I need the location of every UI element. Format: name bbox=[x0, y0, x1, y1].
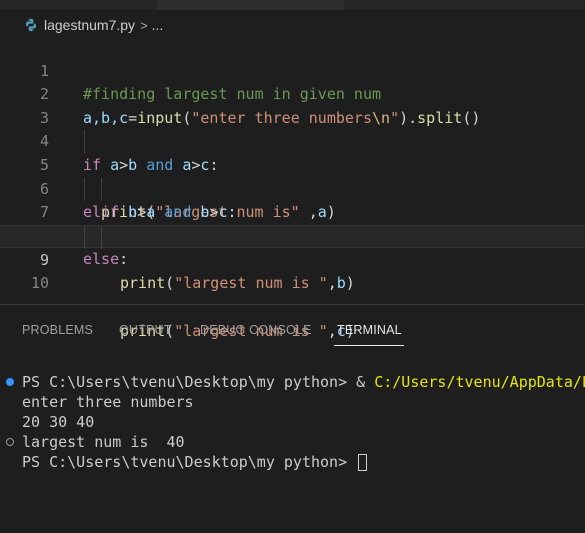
code-line-current[interactable]: 9 print("largest num is ",c) bbox=[0, 224, 585, 340]
panel-tabs: PROBLEMS OUTPUT DEBUG CONSOLE TERMINAL bbox=[0, 316, 585, 346]
terminal-line: largest num is 40 bbox=[22, 433, 185, 451]
chevron-right-icon: > bbox=[140, 17, 148, 33]
indent-guide bbox=[84, 225, 85, 250]
code-line[interactable]: 1 #finding largest num in given num bbox=[0, 36, 585, 104]
tab-output[interactable]: OUTPUT bbox=[119, 316, 172, 344]
terminal-prompt: PS C:\Users\tvenu\Desktop\my python> bbox=[22, 453, 357, 471]
code-string: "largest num is " bbox=[174, 273, 328, 292]
editor-tab-edge[interactable] bbox=[344, 0, 585, 10]
code-line[interactable]: 8 else: bbox=[0, 201, 585, 269]
indent-guide bbox=[84, 130, 85, 154]
breadcrumb-file[interactable]: lagestnum7.py bbox=[44, 17, 135, 33]
tab-bar-strip bbox=[0, 0, 585, 10]
active-tab-underline bbox=[334, 345, 404, 346]
code-line[interactable]: 2 a,b,c=input("enter three numbers\n").s… bbox=[0, 60, 585, 127]
terminal-command: C:/Users/tvenu/AppData/L bbox=[374, 373, 585, 391]
terminal-line: 20 30 40 bbox=[22, 413, 95, 431]
terminal-output[interactable]: PS C:\Users\tvenu\Desktop\my python> & C… bbox=[0, 372, 585, 533]
python-file-icon bbox=[25, 18, 37, 32]
code-editor[interactable]: 1 #finding largest num in given num 2 a,… bbox=[0, 36, 585, 340]
code-line[interactable]: 10 bbox=[0, 248, 585, 292]
terminal-prompt: PS C:\Users\tvenu\Desktop\my python> & bbox=[22, 373, 375, 391]
code-token: print bbox=[120, 273, 166, 292]
code-line[interactable]: 3 bbox=[0, 83, 585, 127]
terminal-cursor[interactable] bbox=[358, 454, 368, 471]
code-line[interactable]: 7 print("largest num is ",b) bbox=[0, 177, 585, 292]
terminal-line: PS C:\Users\tvenu\Desktop\my python> & C… bbox=[22, 372, 585, 392]
indent-guide bbox=[101, 177, 102, 202]
tab-problems[interactable]: PROBLEMS bbox=[22, 316, 93, 344]
terminal-success-dot-icon[interactable] bbox=[6, 378, 14, 386]
editor-tab-edge[interactable] bbox=[0, 0, 157, 10]
terminal-line: enter three numbers bbox=[22, 393, 194, 411]
terminal-neutral-dot-icon[interactable] bbox=[6, 438, 14, 446]
code-line[interactable]: 6 elif b>a and b>c: bbox=[0, 154, 585, 222]
panel-divider[interactable] bbox=[0, 304, 585, 305]
line-number: 10 bbox=[30, 273, 49, 292]
code-line[interactable]: 4 if a>b and a>c: bbox=[0, 107, 585, 174]
terminal-line: PS C:\Users\tvenu\Desktop\my python> bbox=[22, 452, 368, 472]
indent-guide bbox=[101, 225, 102, 250]
breadcrumb-more[interactable]: ... bbox=[152, 17, 164, 33]
tab-terminal[interactable]: TERMINAL bbox=[337, 316, 402, 344]
tab-debug-console[interactable]: DEBUG CONSOLE bbox=[200, 316, 312, 344]
code-line[interactable]: 5 print("largest num is" ,a) bbox=[0, 130, 585, 221]
indent-guide bbox=[84, 177, 85, 202]
